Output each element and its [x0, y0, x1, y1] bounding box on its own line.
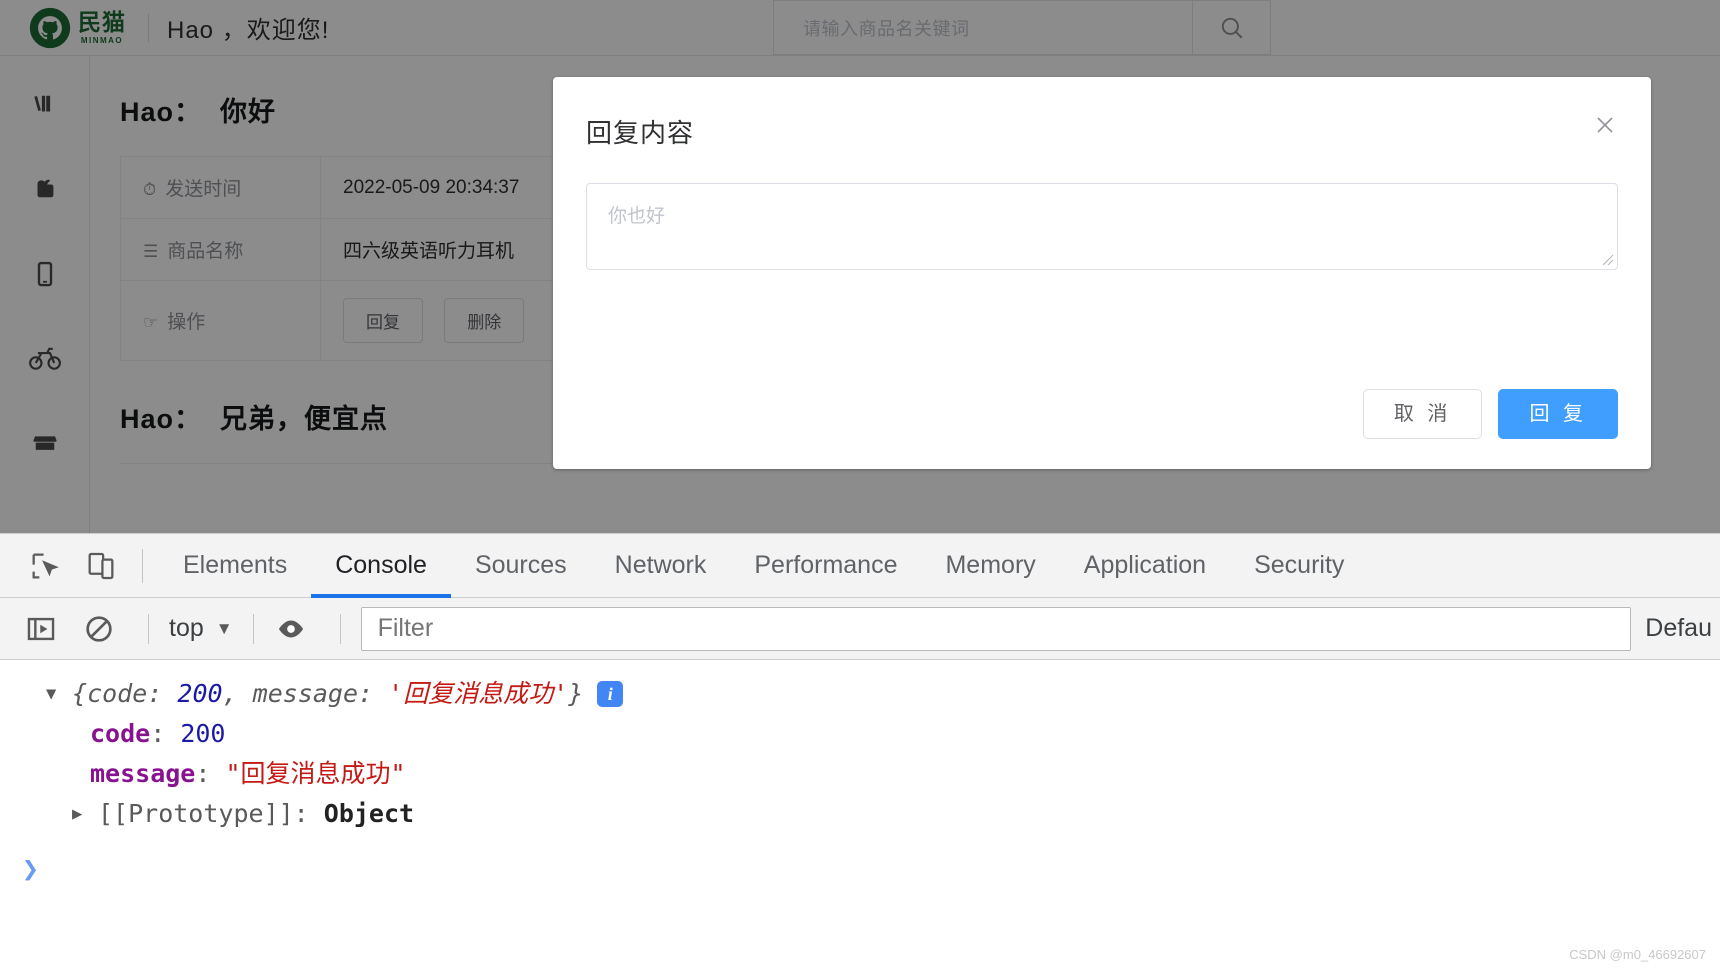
confirm-reply-button[interactable]: 回 复	[1498, 389, 1618, 439]
clear-console-button[interactable]	[76, 606, 122, 652]
cancel-button[interactable]: 取 消	[1363, 389, 1483, 439]
dialog-footer: 取 消 回 复	[1363, 389, 1618, 439]
preview-open-brace: {	[72, 679, 87, 708]
execution-context-selector[interactable]: top ▼	[163, 614, 239, 643]
property-value: "回复消息成功"	[225, 754, 405, 794]
preview-sep-2: :	[358, 679, 388, 708]
tab-security[interactable]: Security	[1230, 534, 1368, 598]
dialog-header: 回复内容	[553, 77, 1651, 150]
reply-textarea-placeholder: 你也好	[608, 206, 665, 227]
dialog-body: 你也好	[553, 150, 1651, 270]
preview-value-message: '回复消息成功'	[388, 679, 568, 708]
console-sidebar-icon	[24, 612, 58, 646]
tab-network[interactable]: Network	[591, 534, 731, 598]
preview-value-code: 200	[177, 679, 222, 708]
screenshot-root: 民猫 MINMAO Hao ，欢迎您! 请输入商品名关键词	[0, 0, 1720, 972]
dialog-title: 回复内容	[586, 113, 1615, 150]
chevron-down-icon: ▼	[216, 619, 233, 639]
close-icon	[1593, 113, 1617, 137]
tab-sources[interactable]: Sources	[451, 534, 591, 598]
prompt-caret-icon: ❯	[22, 852, 39, 885]
object-preview: {code: 200, message: '回复消息成功'}	[72, 674, 583, 714]
log-levels-dropdown[interactable]: Defau	[1645, 614, 1720, 643]
filter-input[interactable]: Filter	[361, 607, 1632, 651]
tab-elements[interactable]: Elements	[159, 534, 311, 598]
console-log-entry: ▼ {code: 200, message: '回复消息成功'} i code:…	[0, 674, 1720, 834]
reply-textarea[interactable]: 你也好	[586, 183, 1618, 270]
tab-performance[interactable]: Performance	[730, 534, 921, 598]
expand-triangle-icon[interactable]: ▼	[46, 674, 68, 714]
tab-console[interactable]: Console	[311, 534, 451, 598]
devtools-panel: Elements Console Sources Network Perform…	[0, 533, 1720, 972]
execution-context-label: top	[169, 614, 204, 643]
property-value: 200	[180, 714, 225, 754]
resize-grip-icon[interactable]	[1600, 252, 1614, 266]
preview-sep-1: :	[147, 679, 177, 708]
devtools-tabbar: Elements Console Sources Network Perform…	[0, 534, 1720, 598]
console-sidebar-toggle[interactable]	[18, 606, 64, 652]
prototype-key: [[Prototype]]	[98, 794, 294, 834]
prototype-value: Object	[324, 794, 414, 834]
filter-placeholder: Filter	[378, 614, 434, 643]
console-prompt[interactable]: ❯	[0, 844, 1720, 892]
dialog-close-button[interactable]	[1589, 109, 1621, 141]
preview-key-code: code	[87, 679, 147, 708]
toolbar-separator	[148, 614, 149, 644]
preview-close-brace: }	[568, 679, 583, 708]
preview-key-message: message	[253, 679, 358, 708]
toolbar-separator	[340, 614, 341, 644]
console-property-message: message: "回复消息成功"	[46, 754, 1720, 794]
console-property-code: code: 200	[46, 714, 1720, 754]
tab-memory[interactable]: Memory	[921, 534, 1059, 598]
clear-console-icon	[83, 613, 115, 645]
inspect-element-button[interactable]	[22, 543, 68, 589]
watermark: CSDN @m0_46692607	[1569, 947, 1706, 962]
collapse-triangle-icon[interactable]: ▶	[72, 794, 94, 834]
toolbar-separator	[253, 614, 254, 644]
console-output: ▼ {code: 200, message: '回复消息成功'} i code:…	[0, 660, 1720, 972]
console-prototype-row[interactable]: ▶ [[Prototype]]: Object	[46, 794, 1720, 834]
device-toolbar-icon	[84, 549, 118, 583]
property-key: message	[90, 754, 195, 794]
tab-application[interactable]: Application	[1060, 534, 1230, 598]
info-icon[interactable]: i	[597, 681, 623, 707]
live-expression-button[interactable]	[268, 606, 314, 652]
reply-dialog: 回复内容 你也好 取 消 回 复	[553, 77, 1651, 469]
inspect-element-icon	[28, 549, 62, 583]
preview-comma: ,	[223, 679, 253, 708]
toolbar-separator	[142, 549, 143, 583]
live-expression-eye-icon	[274, 612, 308, 646]
web-page: 民猫 MINMAO Hao ，欢迎您! 请输入商品名关键词	[0, 0, 1720, 533]
device-toolbar-button[interactable]	[78, 543, 124, 589]
console-toolbar: top ▼ Filter Defau	[0, 598, 1720, 660]
property-key: code	[90, 714, 150, 754]
console-object-preview-row[interactable]: ▼ {code: 200, message: '回复消息成功'} i	[46, 674, 1720, 714]
